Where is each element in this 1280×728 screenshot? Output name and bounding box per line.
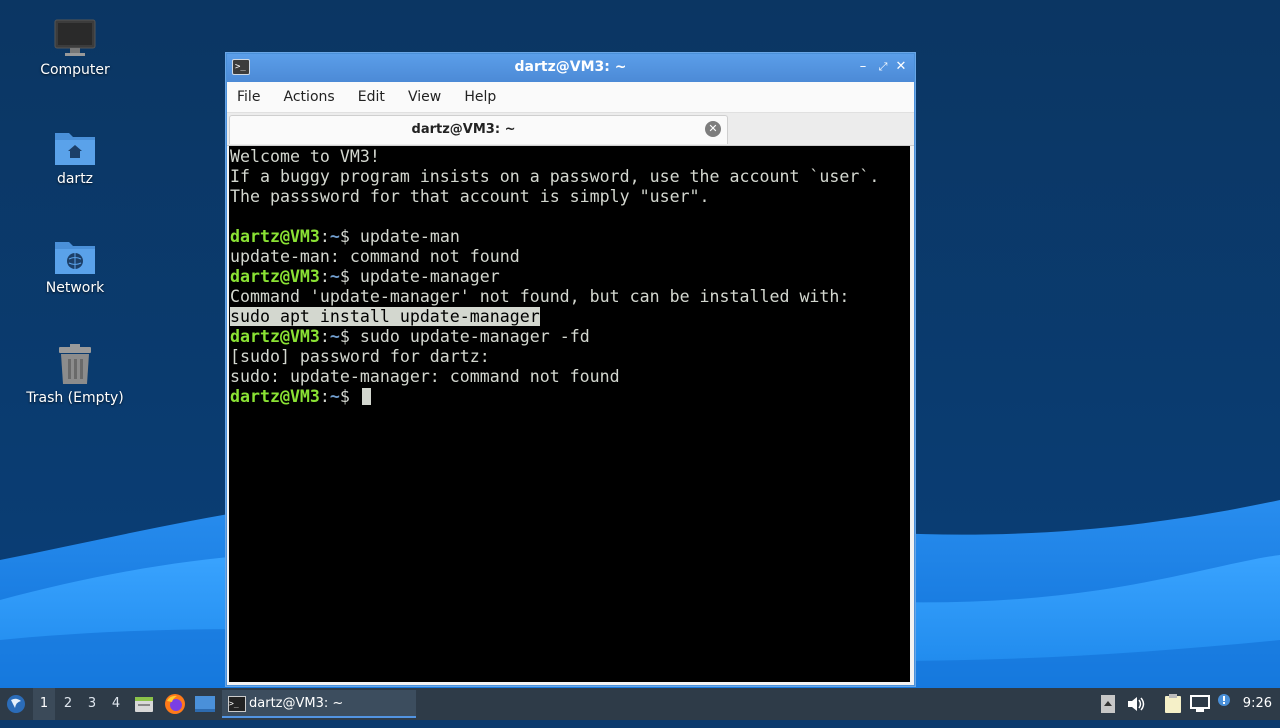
desktop-icon-label: Trash (Empty) [26, 390, 124, 406]
firefox-launcher[interactable] [163, 688, 187, 720]
window-title: dartz@VM3: ~ [514, 59, 627, 75]
prompt-user: dartz@VM3 [230, 227, 320, 246]
show-desktop-button[interactable] [193, 688, 217, 720]
terminal-line: update-man: command not found [230, 247, 520, 266]
terminal-output[interactable]: Welcome to VM3! If a buggy program insis… [229, 146, 910, 682]
workspace-4-button[interactable]: 4 [105, 688, 127, 720]
prompt-dir: ~ [329, 267, 340, 286]
start-menu-icon [7, 695, 25, 713]
network-folder-icon [55, 242, 95, 274]
terminal-line: [sudo] password for dartz: [230, 347, 490, 366]
prompt-dir: ~ [329, 327, 340, 346]
desktop-icon-computer[interactable]: Computer [20, 18, 130, 78]
volume-icon [1128, 697, 1145, 711]
terminal-line: sudo: update-manager: command not found [230, 367, 620, 386]
tab-terminal[interactable]: dartz@VM3: ~ ✕ [229, 115, 728, 144]
menu-file[interactable]: File [229, 82, 268, 112]
update-notifier-button[interactable] [1214, 688, 1234, 720]
prompt-user: dartz@VM3 [230, 387, 320, 406]
trash-icon [59, 344, 91, 384]
tray-up-button[interactable] [1098, 688, 1118, 720]
menu-view[interactable]: View [400, 82, 449, 112]
clipboard-icon [1165, 694, 1181, 713]
terminal-line: Command 'update-manager' not found, but … [230, 287, 850, 306]
show-desktop-icon [195, 696, 215, 712]
file-manager-launcher[interactable] [133, 688, 155, 720]
terminal-prompt-line: dartz@VM3:~$ update-manager [230, 267, 910, 287]
prompt-separator: : [319, 227, 330, 246]
close-button[interactable]: ✕ [892, 58, 910, 76]
prompt-dir: ~ [329, 227, 340, 246]
terminal-line: If a buggy program insists on a password… [230, 167, 880, 186]
network-button[interactable] [1189, 688, 1211, 720]
command-text: update-manager [359, 267, 500, 286]
minimize-button[interactable]: – [854, 58, 872, 76]
prompt-separator: : [319, 327, 330, 346]
terminal-window[interactable]: >_ dartz@VM3: ~ – ⤢ ✕ File Actions Edit … [226, 53, 915, 686]
volume-button[interactable] [1125, 688, 1147, 720]
terminal-cursor [361, 388, 371, 405]
tab-bar: dartz@VM3: ~ ✕ [227, 113, 914, 146]
menu-help[interactable]: Help [456, 82, 504, 112]
tray-up-icon [1101, 695, 1115, 713]
terminal-prompt-line: dartz@VM3:~$ update-man [230, 227, 910, 247]
command-text: sudo update-manager -fd [359, 327, 590, 346]
menu-actions[interactable]: Actions [276, 82, 343, 112]
desktop-icon-label: Computer [40, 62, 110, 78]
task-label: dartz@VM3: ~ [249, 696, 344, 711]
prompt-sign: $ [339, 327, 360, 346]
terminal-prompt-line: dartz@VM3:~$ [230, 387, 910, 407]
tab-label: dartz@VM3: ~ [411, 122, 516, 137]
prompt-separator: : [319, 267, 330, 286]
prompt-user: dartz@VM3 [230, 267, 320, 286]
monitor-icon [54, 19, 96, 56]
desktop-icon-label: dartz [56, 171, 94, 187]
maximize-button[interactable]: ⤢ [874, 58, 892, 76]
workspace-3-button[interactable]: 3 [81, 688, 103, 720]
desktop-icon-network[interactable]: Network [20, 236, 130, 296]
workspace-2-button[interactable]: 2 [57, 688, 79, 720]
workspace-1-button[interactable]: 1 [33, 688, 55, 720]
terminal-line: The passsword for that account is simply… [230, 187, 710, 206]
taskbar: 1 2 3 4 >_ dartz@VM3: ~ 9:26 [0, 688, 1280, 720]
firefox-icon [165, 694, 185, 714]
prompt-sign: $ [339, 267, 360, 286]
terminal-line: Welcome to VM3! [230, 147, 380, 166]
home-folder-icon [55, 133, 95, 165]
prompt-user: dartz@VM3 [230, 327, 320, 346]
network-icon [1190, 695, 1210, 712]
terminal-prompt-line: dartz@VM3:~$ sudo update-manager -fd [230, 327, 910, 347]
menu-edit[interactable]: Edit [350, 82, 393, 112]
taskbar-task-terminal[interactable]: >_ dartz@VM3: ~ [222, 690, 416, 718]
tab-close-icon[interactable]: ✕ [705, 121, 721, 137]
prompt-sign: $ [339, 227, 360, 246]
clock[interactable]: 9:26 [1243, 688, 1272, 720]
window-titlebar[interactable]: >_ dartz@VM3: ~ – ⤢ ✕ [227, 54, 914, 82]
clipboard-button[interactable] [1162, 688, 1184, 720]
file-manager-icon [135, 697, 153, 712]
prompt-dir: ~ [329, 387, 340, 406]
desktop-icon-trash[interactable]: Trash (Empty) [20, 344, 130, 406]
prompt-separator: : [319, 387, 330, 406]
update-notifier-icon [1218, 694, 1230, 706]
start-menu-button[interactable] [4, 688, 28, 720]
desktop-icon-home[interactable]: dartz [20, 127, 130, 187]
desktop-icon-label: Network [45, 280, 105, 296]
terminal-line: sudo apt install update-manager [230, 307, 910, 327]
prompt-sign: $ [339, 387, 360, 406]
terminal-app-icon: >_ [228, 696, 246, 712]
menu-bar: File Actions Edit View Help [227, 82, 914, 113]
command-text: update-man [359, 227, 460, 246]
selected-text[interactable]: sudo apt install update-manager [230, 307, 540, 326]
